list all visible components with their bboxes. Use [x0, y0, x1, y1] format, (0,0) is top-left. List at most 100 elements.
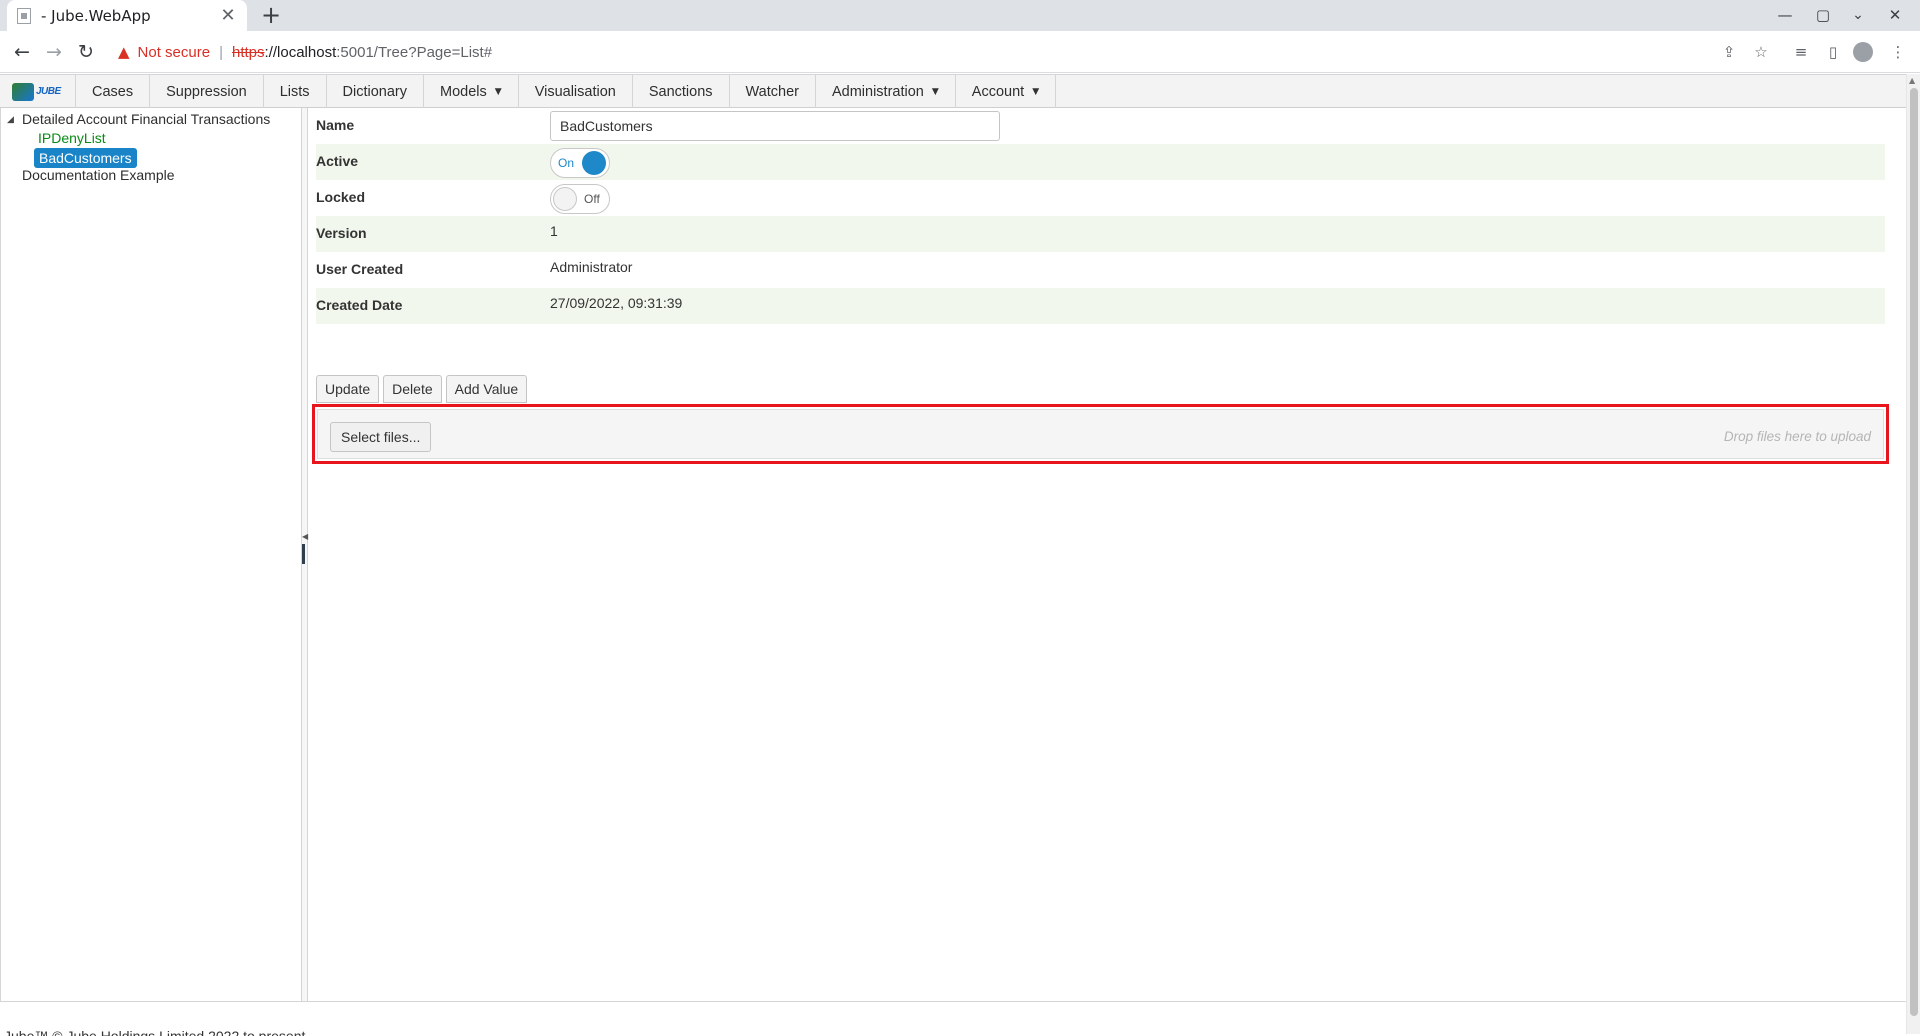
active-label: Active — [316, 153, 359, 169]
security-indicator[interactable]: Not secure — [138, 44, 211, 61]
drop-files-hint: Drop files here to upload — [1723, 429, 1871, 444]
tree-sidebar: ◢ Detailed Account Financial Transaction… — [0, 108, 302, 1001]
menu-label: Sanctions — [648, 83, 713, 100]
url-scheme: https — [232, 43, 265, 61]
pane-splitter[interactable]: ◀ — [302, 108, 308, 1001]
name-label: Name — [316, 117, 355, 133]
browser-tab[interactable]: - Jube.WebApp ✕ — [7, 0, 247, 31]
jube-logo[interactable]: JUBE — [0, 75, 76, 108]
add-value-button[interactable]: Add Value — [445, 375, 528, 403]
user-created-label: User Created — [316, 261, 404, 277]
window-minimize-button[interactable]: — — [1770, 3, 1800, 27]
menu-label: Visualisation — [534, 83, 616, 100]
tab-title: - Jube.WebApp — [41, 6, 151, 25]
row-user-created: User Created Administrator — [316, 252, 1885, 288]
locked-toggle[interactable]: Off — [550, 184, 610, 214]
footer-text: Jube™ © Jube Holdings Limited 2022 to pr… — [4, 1028, 310, 1036]
user-created-value: Administrator — [550, 259, 633, 275]
name-input[interactable] — [550, 111, 1000, 141]
menu-lists[interactable]: Lists — [264, 75, 327, 108]
window-maximize-button[interactable]: ▢ — [1808, 3, 1838, 27]
update-button[interactable]: Update — [316, 375, 380, 403]
detail-pane: Name Active On Locked Off Version 1 User… — [312, 108, 1889, 1001]
menu-suppression[interactable]: Suppression — [150, 75, 264, 108]
upload-area[interactable]: Select files... Drop files here to uploa… — [317, 409, 1884, 459]
menu-label: Cases — [92, 83, 134, 100]
new-tab-button[interactable]: + — [258, 2, 284, 28]
delete-button[interactable]: Delete — [383, 375, 442, 403]
menu-account[interactable]: Account ▼ — [956, 75, 1057, 108]
profile-icon[interactable] — [1853, 42, 1873, 62]
jube-logo-icon — [12, 82, 34, 101]
window-close-button[interactable]: ✕ — [1880, 3, 1910, 27]
caret-down-icon: ▼ — [931, 86, 939, 97]
jube-webapp: JUBE Cases Suppression Lists Dictionary … — [0, 74, 1906, 1036]
page-favicon-icon — [17, 7, 31, 24]
url-path: :5001/Tree?Page=List# — [336, 43, 493, 61]
tree-node-root[interactable]: Detailed Account Financial Transactions — [22, 111, 270, 127]
menu-label: Administration — [831, 83, 924, 100]
logo-text: JUBE — [36, 86, 61, 97]
row-created-date: Created Date 27/09/2022, 09:31:39 — [316, 288, 1885, 324]
menu-label: Dictionary — [342, 83, 408, 100]
created-date-value: 27/09/2022, 09:31:39 — [550, 295, 683, 311]
reload-icon[interactable]: ↻ — [74, 40, 98, 64]
tab-close-icon[interactable]: ✕ — [219, 5, 237, 26]
menu-label: Account — [971, 83, 1025, 100]
menu-label: Watcher — [745, 83, 799, 100]
address-bar[interactable]: ▲ Not secure | https://localhost:5001/Tr… — [108, 36, 1738, 68]
toggle-knob — [553, 187, 577, 211]
menu-label: Suppression — [166, 83, 247, 100]
menu-label: Lists — [279, 83, 310, 100]
kebab-menu-icon[interactable]: ⋮ — [1886, 40, 1910, 64]
select-files-button[interactable]: Select files... — [330, 422, 432, 452]
row-name: Name — [316, 108, 1885, 144]
active-toggle[interactable]: On — [550, 148, 610, 178]
share-icon[interactable]: ⇪ — [1717, 40, 1741, 64]
menu-sanctions[interactable]: Sanctions — [633, 75, 730, 108]
menu-label: Models — [440, 83, 487, 100]
footer-divider — [0, 1001, 1906, 1002]
action-buttons: Update Delete Add Value — [316, 375, 531, 403]
forward-icon[interactable]: → — [42, 40, 66, 64]
version-label: Version — [316, 225, 367, 241]
row-active: Active On — [316, 144, 1885, 180]
menu-cases[interactable]: Cases — [76, 75, 151, 108]
version-value: 1 — [550, 223, 558, 239]
omnibox-separator: | — [219, 43, 223, 61]
menu-models[interactable]: Models ▼ — [424, 75, 519, 108]
locked-label: Locked — [316, 189, 366, 205]
caret-down-icon: ▼ — [494, 86, 502, 97]
url-host: ://localhost — [264, 43, 337, 61]
row-locked: Locked Off — [316, 180, 1885, 216]
active-toggle-state: On — [558, 156, 575, 170]
row-version: Version 1 — [316, 216, 1885, 252]
scroll-up-icon[interactable]: ▲ — [1909, 76, 1915, 85]
browser-toolbar: ← → ↻ ▲ Not secure | https://localhost:5… — [0, 31, 1920, 73]
toggle-knob — [582, 151, 606, 175]
tab-search-chevron-icon[interactable]: ⌄ — [1846, 3, 1870, 27]
splitter-handle[interactable] — [302, 544, 305, 564]
locked-toggle-state: Off — [584, 192, 600, 206]
tree-collapse-icon[interactable]: ◢ — [7, 115, 14, 125]
tree-leaf-badcustomers-selected[interactable]: BadCustomers — [34, 148, 137, 168]
star-icon[interactable]: ☆ — [1749, 40, 1773, 64]
page-scrollbar[interactable]: ▲ — [1906, 74, 1920, 1034]
collapse-left-icon[interactable]: ◀ — [302, 532, 308, 541]
tree-node-documentation-example[interactable]: Documentation Example — [22, 167, 175, 183]
created-date-label: Created Date — [316, 297, 403, 313]
caret-down-icon: ▼ — [1032, 86, 1040, 97]
browser-tabstrip: - Jube.WebApp ✕ + ⌄ — ▢ ✕ — [0, 0, 1920, 31]
warning-triangle-icon: ▲ — [118, 43, 130, 61]
back-icon[interactable]: ← — [10, 40, 34, 64]
scroll-thumb[interactable] — [1910, 88, 1918, 1016]
reading-list-icon[interactable]: ≡ — [1789, 40, 1813, 64]
side-panel-icon[interactable]: ▯ — [1821, 40, 1845, 64]
menu-visualisation[interactable]: Visualisation — [519, 75, 633, 108]
menu-watcher[interactable]: Watcher — [730, 75, 816, 108]
menu-administration[interactable]: Administration ▼ — [816, 75, 956, 108]
main-menu-bar: JUBE Cases Suppression Lists Dictionary … — [0, 74, 1906, 108]
tree-leaf-ipdenylist[interactable]: IPDenyList — [38, 130, 106, 146]
menu-dictionary[interactable]: Dictionary — [327, 75, 425, 108]
file-upload-dropzone[interactable]: Select files... Drop files here to uploa… — [312, 404, 1889, 464]
